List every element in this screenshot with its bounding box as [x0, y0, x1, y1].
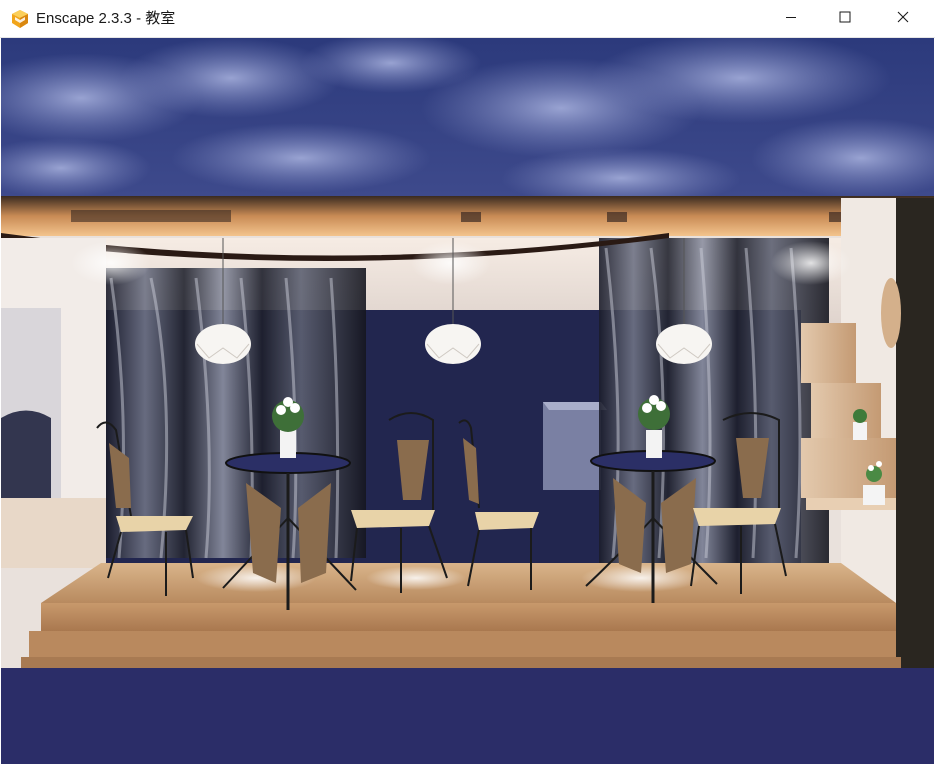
- close-button[interactable]: [874, 0, 932, 37]
- maximize-button[interactable]: [816, 0, 874, 37]
- close-icon: [897, 10, 909, 28]
- minimize-icon: [785, 10, 797, 28]
- app-window: Enscape 2.3.3 - 教室: [0, 0, 935, 764]
- title-bar[interactable]: Enscape 2.3.3 - 教室: [0, 0, 935, 38]
- enscape-logo-icon: [10, 9, 30, 29]
- window-title: Enscape 2.3.3 - 教室: [36, 10, 176, 27]
- render-viewport[interactable]: [1, 38, 934, 764]
- ground-band: [1, 668, 934, 764]
- left-wall-window: [1, 238, 106, 568]
- maximize-icon: [839, 10, 851, 28]
- rendered-scene[interactable]: [1, 38, 934, 764]
- stage-floor: [21, 563, 901, 668]
- back-counter: [543, 402, 607, 490]
- minimize-button[interactable]: [762, 0, 820, 37]
